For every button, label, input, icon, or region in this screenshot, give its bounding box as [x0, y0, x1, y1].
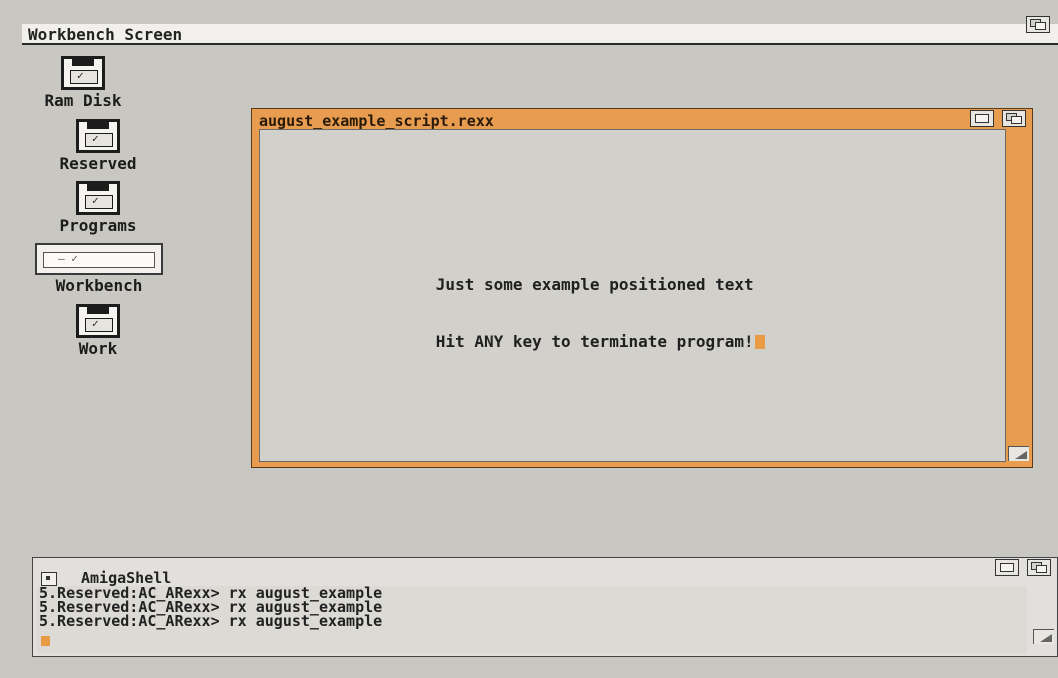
- shell-output[interactable]: 5.Reserved:AC_ARexx> rx august_example 5…: [37, 586, 1027, 654]
- depth-gadget-icon[interactable]: [1027, 559, 1051, 576]
- hard-drive-icon: [35, 243, 163, 275]
- window-content[interactable]: Just some example positioned text Hit AN…: [259, 129, 1006, 462]
- text-cursor-icon: [754, 335, 765, 349]
- resize-gadget-icon[interactable]: [1033, 629, 1054, 644]
- output-text-line: Hit ANY key to terminate program!: [378, 313, 765, 370]
- screen-depth-gadget-icon[interactable]: [1026, 16, 1050, 33]
- resize-gadget-icon[interactable]: [1008, 446, 1029, 461]
- icon-programs[interactable]: ✓ Programs: [43, 181, 153, 235]
- icon-label: Ram Disk: [44, 91, 122, 110]
- window-title: august_example_script.rexx: [259, 112, 494, 130]
- zoom-gadget-icon[interactable]: [970, 110, 994, 127]
- floppy-disk-icon: ✓: [76, 304, 120, 338]
- icon-label: Reserved: [59, 154, 137, 173]
- icon-workbench[interactable]: Workbench: [30, 243, 168, 295]
- output-text: Hit ANY key to terminate program!: [435, 332, 754, 351]
- floppy-disk-icon: ✓: [61, 56, 105, 90]
- screen-title: Workbench Screen: [28, 25, 183, 44]
- icon-work[interactable]: ✓ Work: [43, 304, 153, 358]
- icon-label: Work: [78, 339, 118, 358]
- depth-gadget-icon[interactable]: [1002, 110, 1026, 127]
- shell-line: 5.Reserved:AC_ARexx> rx august_example: [39, 612, 383, 630]
- shell-cursor-icon: [41, 636, 50, 646]
- zoom-gadget-icon[interactable]: [995, 559, 1019, 576]
- icon-label: Workbench: [55, 276, 143, 295]
- icon-reserved[interactable]: ✓ Reserved: [43, 119, 153, 173]
- amigashell-window[interactable]: AmigaShell 5.Reserved:AC_ARexx> rx augus…: [32, 557, 1058, 657]
- icon-label: Programs: [59, 216, 137, 235]
- floppy-disk-icon: ✓: [76, 181, 120, 215]
- screen-title-bar[interactable]: Workbench Screen: [22, 16, 1058, 45]
- rexx-output-window[interactable]: august_example_script.rexx Just some exa…: [251, 108, 1033, 468]
- output-text: Just some example positioned text: [435, 275, 754, 294]
- output-text-line: Just some example positioned text: [378, 256, 754, 313]
- icon-ram-disk[interactable]: ✓ Ram Disk: [28, 56, 138, 110]
- floppy-disk-icon: ✓: [76, 119, 120, 153]
